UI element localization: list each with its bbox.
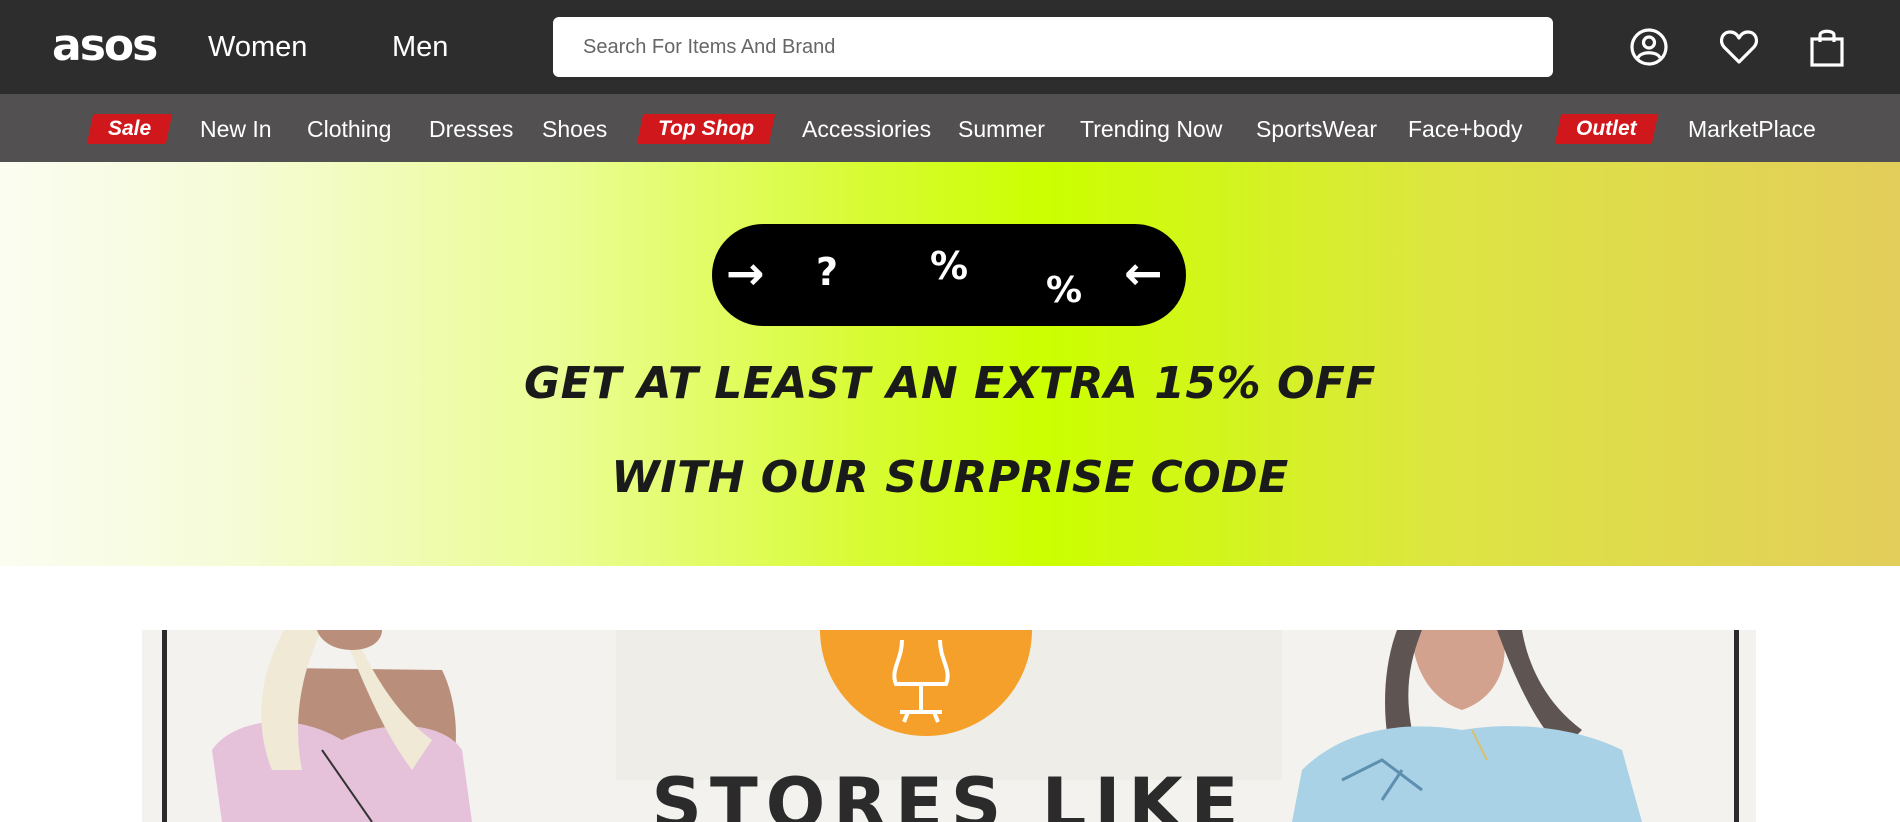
category-accessories[interactable]: Accessiories: [802, 114, 931, 144]
category-trending-now[interactable]: Trending Now: [1080, 114, 1222, 144]
category-nav: Sale New In Clothing Dresses Shoes Top S…: [0, 94, 1900, 162]
feature-illustration: STORES LIKE: [162, 630, 1739, 822]
search-input[interactable]: [553, 17, 1553, 77]
category-dresses[interactable]: Dresses: [429, 114, 513, 144]
asos-logo[interactable]: asos: [52, 22, 158, 70]
promo-banner[interactable]: → ? % % ← GET AT LEAST AN EXTRA 15% OFF …: [0, 162, 1900, 566]
arrow-right-icon: →: [726, 246, 765, 300]
category-sale[interactable]: Sale: [86, 114, 173, 144]
category-face-body[interactable]: Face+body: [1408, 114, 1522, 144]
category-summer[interactable]: Summer: [958, 114, 1045, 144]
promo-subheadline: WITH OUR SURPRISE CODE: [611, 452, 1289, 503]
feature-heading: STORES LIKE: [652, 763, 1247, 822]
percent-icon: %: [1046, 270, 1083, 311]
shopping-bag-icon[interactable]: [1804, 24, 1850, 70]
category-clothing[interactable]: Clothing: [307, 114, 391, 144]
category-outlet[interactable]: Outlet: [1554, 114, 1658, 144]
heart-icon[interactable]: [1716, 24, 1762, 70]
category-marketplace[interactable]: MarketPlace: [1688, 114, 1816, 144]
feature-banner[interactable]: STORES LIKE: [142, 630, 1756, 822]
nav-men[interactable]: Men: [392, 30, 448, 64]
account-icon[interactable]: [1626, 24, 1672, 70]
category-top-shop[interactable]: Top Shop: [636, 114, 776, 144]
top-header: asos Women Men: [0, 0, 1900, 94]
question-mark-icon: ?: [816, 250, 839, 294]
category-sportswear[interactable]: SportsWear: [1256, 114, 1377, 144]
percent-icon: %: [930, 244, 969, 288]
category-shoes[interactable]: Shoes: [542, 114, 607, 144]
arrow-left-icon: ←: [1124, 246, 1163, 300]
promo-headline: GET AT LEAST AN EXTRA 15% OFF: [524, 358, 1376, 409]
promo-code-pill: → ? % % ←: [712, 224, 1186, 326]
category-new-in[interactable]: New In: [200, 114, 272, 144]
nav-women[interactable]: Women: [208, 30, 307, 64]
